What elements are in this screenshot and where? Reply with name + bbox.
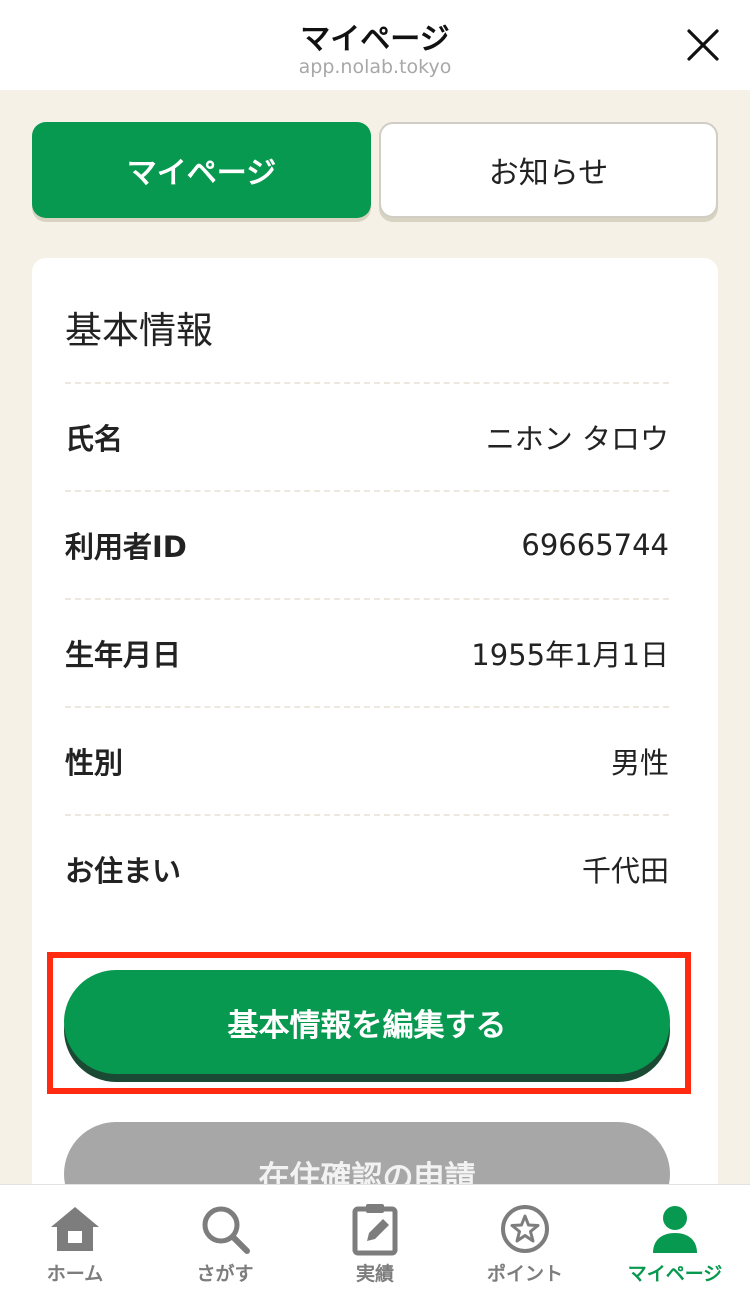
info-row-user-id: 利用者ID 69665744 [65,490,669,598]
info-row-birthdate: 生年月日 1955年1月1日 [65,598,669,706]
nav-mypage[interactable]: マイページ [600,1185,750,1296]
info-label: 性別 [65,746,124,780]
home-icon [51,1207,99,1251]
nav-label: ホーム [46,1263,104,1285]
info-label: 氏名 [65,422,124,456]
basic-info-title: 基本情報 [65,309,213,352]
close-icon[interactable] [686,28,720,62]
bottom-nav: ホーム さがす 実績 ポイント マイページ [0,1184,750,1296]
tab-mypage[interactable]: マイページ [32,122,371,218]
info-row-residence: お住まい 千代田 [65,814,669,922]
nav-results[interactable]: 実績 [300,1185,450,1296]
browser-header: マイページ app.nolab.tokyo [0,0,750,90]
nav-label: マイページ [627,1263,723,1285]
clipboard-edit-icon [352,1204,398,1256]
page-url: app.nolab.tokyo [298,56,452,78]
info-value: ニホン タロウ [485,422,669,456]
star-circle-icon [501,1205,549,1253]
info-value: 69665744 [521,528,669,562]
info-value: 1955年1月1日 [471,638,669,672]
nav-home[interactable]: ホーム [0,1185,150,1296]
nav-label: ポイント [486,1263,563,1285]
nav-label: さがす [196,1263,254,1285]
info-label: 生年月日 [65,638,182,672]
tab-notifications[interactable]: お知らせ [379,122,718,218]
nav-label: 実績 [355,1263,394,1285]
nav-points[interactable]: ポイント [450,1185,600,1296]
info-row-name: 氏名 ニホン タロウ [65,382,669,490]
info-value: 男性 [610,746,669,780]
info-row-gender: 性別 男性 [65,706,669,814]
user-icon [653,1206,697,1253]
info-value: 千代田 [581,854,669,888]
tab-bar: マイページ お知らせ [32,122,718,218]
info-label: お住まい [65,854,182,888]
nav-search[interactable]: さがす [150,1185,300,1296]
info-label: 利用者ID [65,530,187,564]
search-icon [202,1206,250,1254]
edit-basic-info-button[interactable]: 基本情報を編集する [64,970,670,1074]
page-title: マイページ [300,22,450,57]
